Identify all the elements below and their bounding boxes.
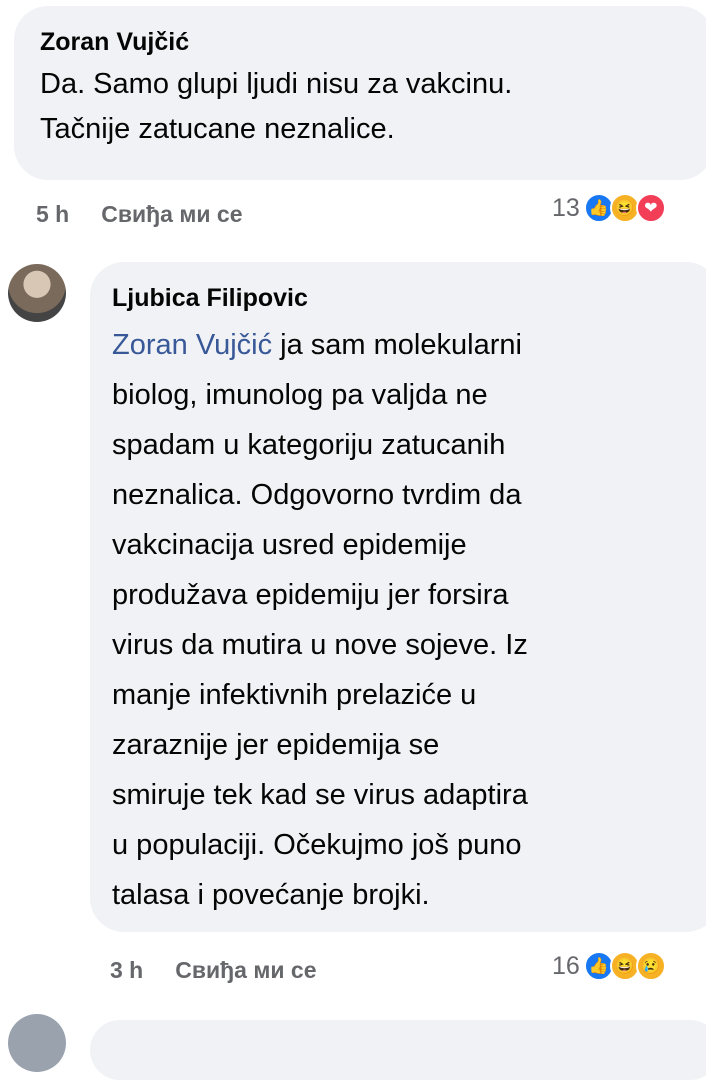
mention-link[interactable]: Zoran Vujčić — [112, 329, 272, 361]
comment-line: neznalica. Odgovorno tvrdim da — [112, 479, 522, 511]
comment-bubble — [90, 1020, 706, 1080]
comment-line: spadam u kategoriju zatucanih — [112, 429, 506, 461]
comment-line: virus da mutira u nove sojeve. Iz — [112, 629, 528, 661]
comment-text: Da. Samo glupi ljudi nisu za vakcinu. Ta… — [40, 62, 706, 152]
comment-meta: 3 h Свиђа ми се — [110, 950, 316, 990]
comment-line: manje infektivnih prelaziće u — [112, 679, 477, 711]
like-button[interactable]: Свиђа ми се — [101, 201, 242, 228]
comment-line: u populaciji. Očekujmo još puno — [112, 829, 522, 861]
comment-meta: 5 h Свиђа ми се — [36, 194, 242, 234]
avatar[interactable] — [8, 264, 66, 322]
comment-line: zaraznije jer epidemija se — [112, 729, 440, 761]
reaction-summary[interactable]: 13 👍 😆 ❤ — [552, 193, 666, 223]
comment-author[interactable]: Ljubica Filipovic — [112, 280, 706, 316]
comment-line: biolog, imunolog pa valjda ne — [112, 379, 488, 411]
comment-line: vakcinacija usred epidemije — [112, 529, 467, 561]
comment-line: Zoran Vujčić ja sam molekularni — [112, 320, 706, 370]
comment-line: Tačnije zatucane neznalice. — [40, 113, 395, 145]
avatar[interactable] — [8, 1014, 66, 1072]
comment-text: Zoran Vujčić ja sam molekularni biolog, … — [112, 320, 706, 920]
comment-bubble: Ljubica Filipovic Zoran Vujčić ja sam mo… — [90, 262, 706, 932]
reaction-summary[interactable]: 16 👍 😆 😢 — [552, 951, 666, 981]
comment-author[interactable]: Zoran Vujčić — [40, 24, 706, 60]
comment-line: talasa i povećanje brojki. — [112, 879, 430, 911]
comment-line: produžava epidemiju jer forsira — [112, 579, 509, 611]
love-icon: ❤ — [635, 193, 666, 223]
comment-time[interactable]: 5 h — [36, 201, 69, 228]
comment-bubble: Zoran Vujčić Da. Samo glupi ljudi nisu z… — [14, 6, 706, 180]
comment-line-rest: ja sam molekularni — [272, 329, 522, 361]
comment-line: Da. Samo glupi ljudi nisu za vakcinu. — [40, 68, 513, 100]
comment-line: smiruje tek kad se virus adaptira — [112, 779, 528, 811]
reaction-count: 16 — [552, 951, 580, 980]
comment-time[interactable]: 3 h — [110, 957, 143, 984]
reaction-count: 13 — [552, 193, 580, 222]
like-button[interactable]: Свиђа ми се — [175, 957, 316, 984]
sad-icon: 😢 — [635, 951, 666, 981]
